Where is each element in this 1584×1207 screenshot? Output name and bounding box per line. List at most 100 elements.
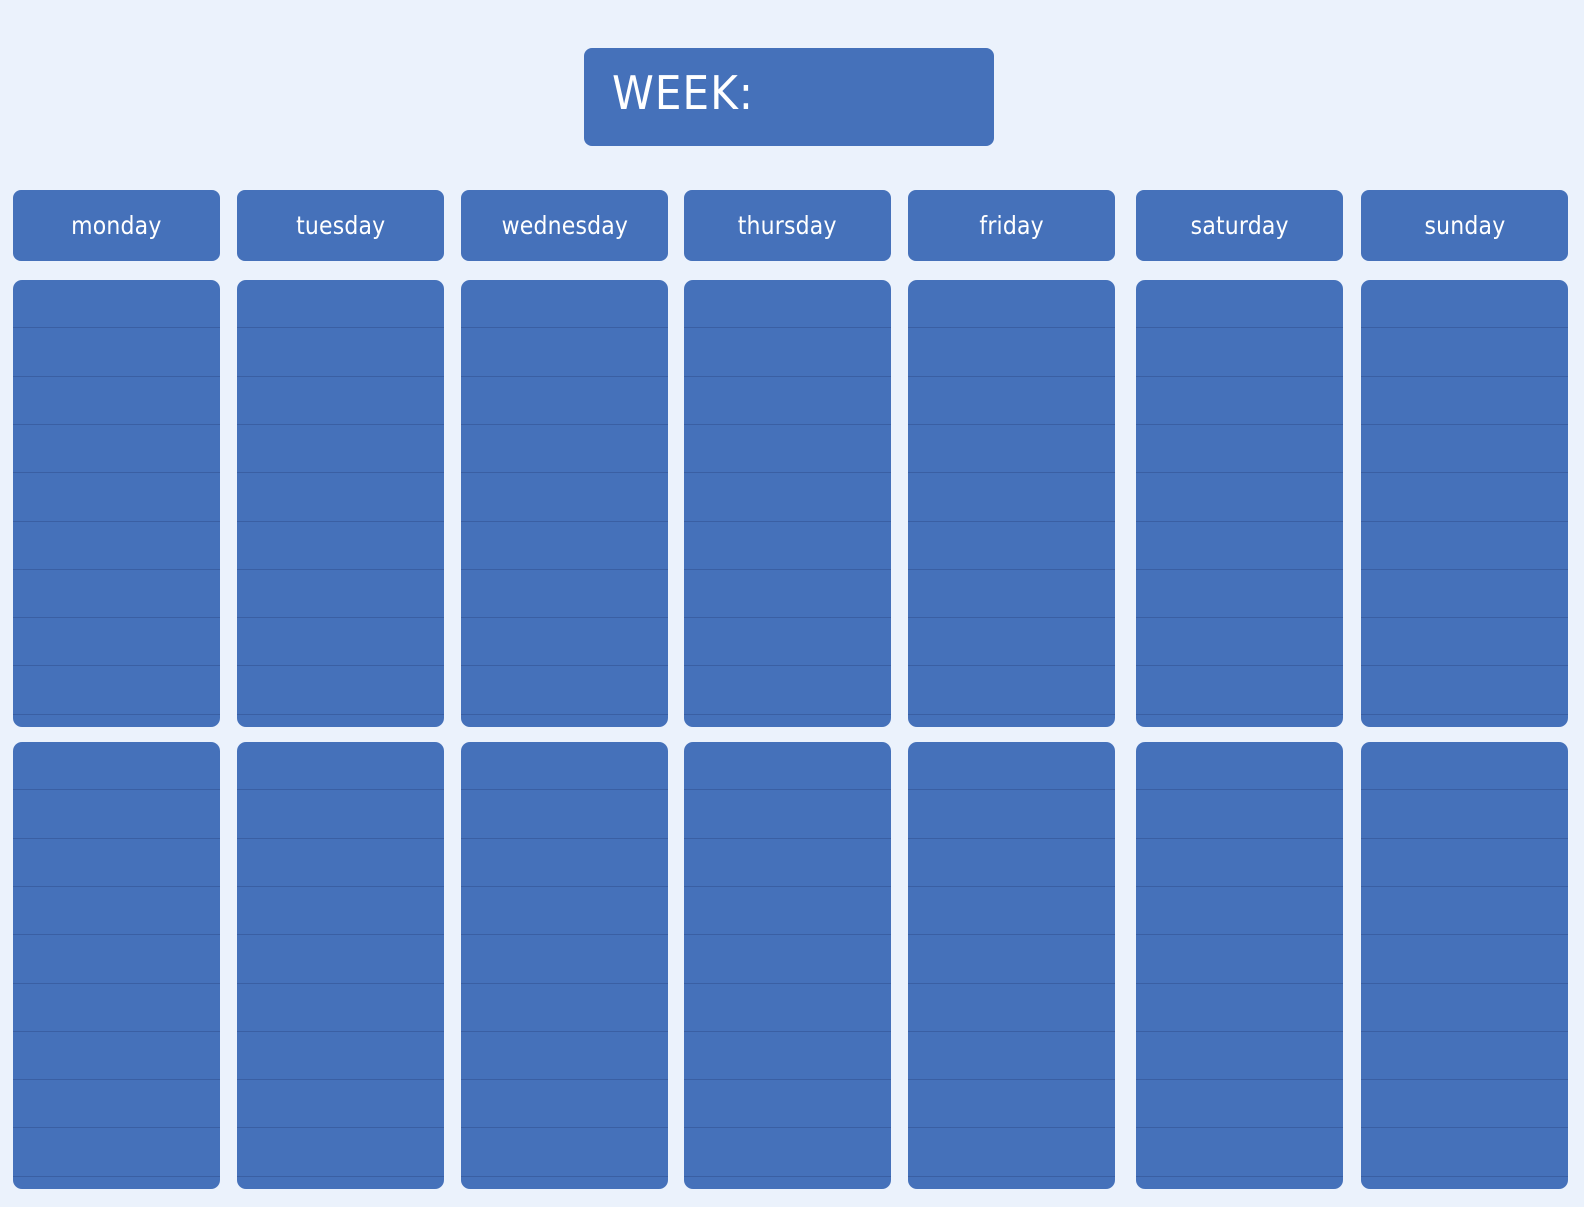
rule-line xyxy=(684,665,891,666)
day-notes-saturday-bottom[interactable] xyxy=(1136,742,1343,1189)
rule-line xyxy=(1361,886,1568,887)
day-notes-wednesday-top[interactable] xyxy=(461,280,668,727)
rule-line xyxy=(237,472,444,473)
rule-line xyxy=(1361,569,1568,570)
rule-line xyxy=(1136,714,1343,715)
rule-line xyxy=(1136,1079,1343,1080)
rule-line xyxy=(908,665,1115,666)
rule-line xyxy=(13,327,220,328)
rule-line xyxy=(908,472,1115,473)
rule-line xyxy=(461,1127,668,1128)
rule-line xyxy=(1361,983,1568,984)
rule-line xyxy=(461,1176,668,1177)
rule-line xyxy=(461,789,668,790)
rule-line xyxy=(684,1031,891,1032)
rule-line xyxy=(1361,521,1568,522)
rule-line xyxy=(1361,1079,1568,1080)
day-header-tuesday: tuesday xyxy=(237,190,444,261)
rule-line xyxy=(684,424,891,425)
rule-line xyxy=(237,376,444,377)
day-label: monday xyxy=(71,211,162,240)
rule-line xyxy=(1136,789,1343,790)
week-label: WEEK: xyxy=(612,66,754,120)
rule-line xyxy=(908,1031,1115,1032)
rule-line xyxy=(13,617,220,618)
day-notes-sunday-top[interactable] xyxy=(1361,280,1568,727)
rule-line xyxy=(908,714,1115,715)
day-header-sunday: sunday xyxy=(1361,190,1568,261)
rule-line xyxy=(461,934,668,935)
rule-line xyxy=(684,617,891,618)
rule-line xyxy=(237,934,444,935)
rule-line xyxy=(461,617,668,618)
rule-line xyxy=(908,617,1115,618)
rule-line xyxy=(461,714,668,715)
day-notes-tuesday-bottom[interactable] xyxy=(237,742,444,1189)
rule-line xyxy=(684,1176,891,1177)
rule-line xyxy=(684,472,891,473)
rule-line xyxy=(684,983,891,984)
day-header-friday: friday xyxy=(908,190,1115,261)
week-input[interactable] xyxy=(754,62,978,134)
day-notes-tuesday-top[interactable] xyxy=(237,280,444,727)
rule-line xyxy=(13,714,220,715)
rule-line xyxy=(684,838,891,839)
day-notes-friday-bottom[interactable] xyxy=(908,742,1115,1189)
rule-line xyxy=(1136,472,1343,473)
rule-line xyxy=(1361,934,1568,935)
rule-line xyxy=(1136,327,1343,328)
rule-line xyxy=(461,521,668,522)
rule-line xyxy=(13,1127,220,1128)
rule-line xyxy=(237,1127,444,1128)
rule-line xyxy=(237,1031,444,1032)
day-header-wednesday: wednesday xyxy=(461,190,668,261)
rule-line xyxy=(1361,1176,1568,1177)
day-label: sunday xyxy=(1424,211,1505,240)
rule-line xyxy=(684,521,891,522)
rule-line xyxy=(684,1079,891,1080)
rule-line xyxy=(684,327,891,328)
rule-line xyxy=(1136,934,1343,935)
rule-line xyxy=(908,1079,1115,1080)
rule-line xyxy=(237,1176,444,1177)
rule-line xyxy=(237,714,444,715)
rule-line xyxy=(237,838,444,839)
rule-line xyxy=(1136,424,1343,425)
rule-line xyxy=(1361,617,1568,618)
rule-line xyxy=(237,789,444,790)
rule-line xyxy=(237,665,444,666)
rule-line xyxy=(13,472,220,473)
rule-line xyxy=(461,327,668,328)
rule-line xyxy=(1361,1031,1568,1032)
rule-line xyxy=(13,424,220,425)
rule-line xyxy=(13,665,220,666)
rule-line xyxy=(461,1031,668,1032)
day-notes-thursday-top[interactable] xyxy=(684,280,891,727)
rule-line xyxy=(461,472,668,473)
rule-line xyxy=(908,424,1115,425)
rule-line xyxy=(237,424,444,425)
day-notes-monday-bottom[interactable] xyxy=(13,742,220,1189)
rule-line xyxy=(684,886,891,887)
rule-line xyxy=(1136,569,1343,570)
rule-line xyxy=(1361,376,1568,377)
week-box: WEEK: xyxy=(584,48,994,146)
rule-line xyxy=(908,1127,1115,1128)
rule-line xyxy=(1136,983,1343,984)
rule-line xyxy=(908,521,1115,522)
rule-line xyxy=(908,327,1115,328)
day-notes-thursday-bottom[interactable] xyxy=(684,742,891,1189)
day-notes-saturday-top[interactable] xyxy=(1136,280,1343,727)
rule-line xyxy=(1136,1031,1343,1032)
day-notes-sunday-bottom[interactable] xyxy=(1361,742,1568,1189)
rule-line xyxy=(1361,424,1568,425)
day-notes-wednesday-bottom[interactable] xyxy=(461,742,668,1189)
rule-line xyxy=(237,1079,444,1080)
rule-line xyxy=(1361,1127,1568,1128)
rule-line xyxy=(237,983,444,984)
rule-line xyxy=(461,569,668,570)
rule-line xyxy=(13,983,220,984)
day-notes-friday-top[interactable] xyxy=(908,280,1115,727)
day-notes-monday-top[interactable] xyxy=(13,280,220,727)
rule-line xyxy=(908,934,1115,935)
